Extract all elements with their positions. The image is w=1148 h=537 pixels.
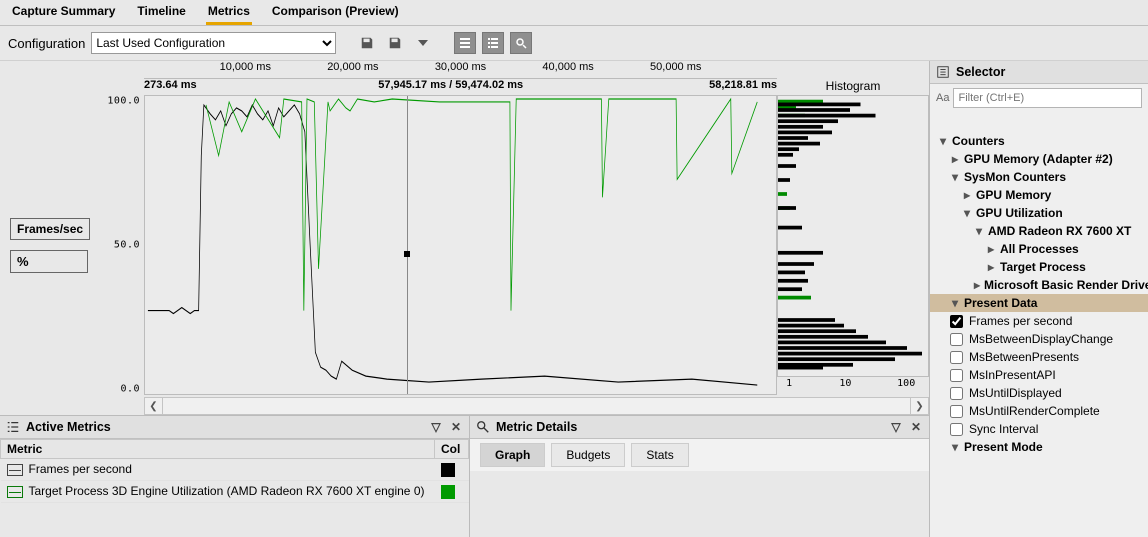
- selector-icon: [936, 65, 950, 79]
- metric-details-title: Metric Details: [496, 420, 577, 434]
- chk-murc[interactable]: MsUntilRenderComplete: [930, 402, 1148, 420]
- tab-comparison[interactable]: Comparison (Preview): [270, 2, 401, 25]
- dropdown-icon[interactable]: [412, 32, 434, 54]
- active-metrics-panel: Active Metrics ▽ ✕ Metric Col Frames per…: [0, 416, 470, 537]
- selector-tree: ▾Counters ▸GPU Memory (Adapter #2) ▾SysM…: [930, 112, 1148, 537]
- search-icon[interactable]: [510, 32, 532, 54]
- metric-details-panel: Metric Details ▽ ✕ Graph Budgets Stats: [470, 416, 929, 537]
- color-swatch[interactable]: [441, 485, 455, 499]
- histogram-xaxis: 1 10 100: [777, 377, 929, 395]
- chk-fps[interactable]: Frames per second: [930, 312, 1148, 330]
- node-gpu-util[interactable]: ▾GPU Utilization: [930, 204, 1148, 222]
- row1-label: Target Process 3D Engine Utilization (AM…: [29, 484, 425, 498]
- table-row[interactable]: Target Process 3D Engine Utilization (AM…: [1, 480, 469, 502]
- panel-menu-icon[interactable]: ▽: [889, 420, 903, 434]
- row0-label: Frames per second: [29, 462, 132, 476]
- table-row[interactable]: Frames per second: [1, 459, 469, 481]
- panel-close-icon[interactable]: ✕: [909, 420, 923, 434]
- node-gpu-mem[interactable]: ▸GPU Memory: [930, 186, 1148, 204]
- view-grid-icon[interactable]: [454, 32, 476, 54]
- node-all-proc[interactable]: ▸All Processes: [930, 240, 1148, 258]
- node-present-data[interactable]: ▾Present Data: [930, 294, 1148, 312]
- mdtab-budgets[interactable]: Budgets: [551, 443, 625, 467]
- node-ms-basic[interactable]: ▸Microsoft Basic Render Driver: [930, 276, 1148, 294]
- color-swatch[interactable]: [441, 463, 455, 477]
- tick-50000: 50,000 ms: [650, 61, 701, 73]
- ytick-0: 0.0: [120, 384, 140, 395]
- marker-start: 273.64 ms: [144, 79, 197, 91]
- magnifier-icon: [476, 420, 490, 434]
- node-counters[interactable]: ▾Counters: [930, 132, 1148, 150]
- time-axis: 10,000 ms 20,000 ms 30,000 ms 40,000 ms …: [144, 61, 777, 79]
- node-sysmon[interactable]: ▾SysMon Counters: [930, 168, 1148, 186]
- marker-cursor: 57,945.17 ms / 59,474.02 ms: [378, 79, 523, 91]
- chk-mbdc[interactable]: MsBetweenDisplayChange: [930, 330, 1148, 348]
- hist-x1: 1: [786, 378, 792, 389]
- chk-mbp[interactable]: MsBetweenPresents: [930, 348, 1148, 366]
- node-target-proc[interactable]: ▸Target Process: [930, 258, 1148, 276]
- mdtab-graph[interactable]: Graph: [480, 443, 545, 467]
- view-list-icon[interactable]: [482, 32, 504, 54]
- active-metrics-title: Active Metrics: [26, 420, 111, 434]
- series-icon: [7, 464, 23, 476]
- chk-mipa[interactable]: MsInPresentAPI: [930, 366, 1148, 384]
- panel-menu-icon[interactable]: ▽: [429, 420, 443, 434]
- chk-sync[interactable]: Sync Interval: [930, 420, 1148, 438]
- marker-row: 273.64 ms 57,945.17 ms / 59,474.02 ms 58…: [144, 79, 777, 95]
- histogram-title: Histogram: [824, 77, 883, 95]
- selector-title: Selector: [956, 65, 1005, 79]
- mdtab-stats[interactable]: Stats: [631, 443, 688, 467]
- config-select[interactable]: Last Used Configuration: [91, 32, 336, 54]
- save-as-icon[interactable]: [384, 32, 406, 54]
- col-metric[interactable]: Metric: [1, 440, 435, 459]
- config-row: Configuration Last Used Configuration: [0, 26, 1148, 61]
- case-toggle[interactable]: Aa: [936, 92, 949, 104]
- tab-timeline[interactable]: Timeline: [135, 2, 187, 25]
- yaxis-label-col: Frames/sec %: [0, 95, 96, 395]
- tick-30000: 30,000 ms: [435, 61, 486, 73]
- hist-x10: 10: [839, 378, 851, 389]
- cursor-handle[interactable]: [404, 251, 410, 257]
- tick-20000: 20,000 ms: [327, 61, 378, 73]
- filter-input[interactable]: [953, 88, 1142, 108]
- chart-hscrollbar[interactable]: ❮ ❯: [144, 397, 929, 415]
- node-present-mode[interactable]: ▾Present Mode: [930, 438, 1148, 456]
- metric-details-tabs: Graph Budgets Stats: [470, 439, 929, 471]
- list-icon: [6, 420, 20, 434]
- series-icon: [7, 486, 23, 498]
- ytick-50: 50.0: [114, 240, 140, 251]
- node-amd[interactable]: ▾AMD Radeon RX 7600 XT: [930, 222, 1148, 240]
- histogram-plot[interactable]: [777, 95, 929, 377]
- marker-end: 58,218.81 ms: [709, 79, 777, 91]
- col-color[interactable]: Col: [435, 440, 469, 459]
- yaxis-ticks: 100.0 50.0 0.0: [96, 95, 144, 395]
- config-label: Configuration: [8, 36, 85, 51]
- frames-per-sec-box[interactable]: Frames/sec: [10, 218, 90, 240]
- node-gpu-mem-adapter[interactable]: ▸GPU Memory (Adapter #2): [930, 150, 1148, 168]
- save-icon[interactable]: [356, 32, 378, 54]
- scroll-left-icon[interactable]: ❮: [145, 398, 163, 414]
- selector-panel: Selector Aa ▾Counters ▸GPU Memory (Adapt…: [930, 61, 1148, 537]
- scroll-right-icon[interactable]: ❯: [910, 398, 928, 414]
- main-plot[interactable]: [144, 95, 777, 395]
- chart-area: 10,000 ms 20,000 ms 30,000 ms 40,000 ms …: [0, 61, 929, 415]
- cursor-bar[interactable]: [407, 96, 408, 394]
- hist-x100: 100: [897, 378, 915, 389]
- tick-40000: 40,000 ms: [542, 61, 593, 73]
- percent-box[interactable]: %: [10, 250, 88, 273]
- tab-metrics[interactable]: Metrics: [206, 2, 252, 25]
- chk-mud[interactable]: MsUntilDisplayed: [930, 384, 1148, 402]
- tab-capture-summary[interactable]: Capture Summary: [10, 2, 117, 25]
- tick-10000: 10,000 ms: [220, 61, 271, 73]
- active-metrics-table: Metric Col Frames per second Target Proc…: [0, 439, 469, 503]
- ytick-100: 100.0: [107, 96, 140, 107]
- panel-close-icon[interactable]: ✕: [449, 420, 463, 434]
- main-tabbar: Capture Summary Timeline Metrics Compari…: [0, 0, 1148, 26]
